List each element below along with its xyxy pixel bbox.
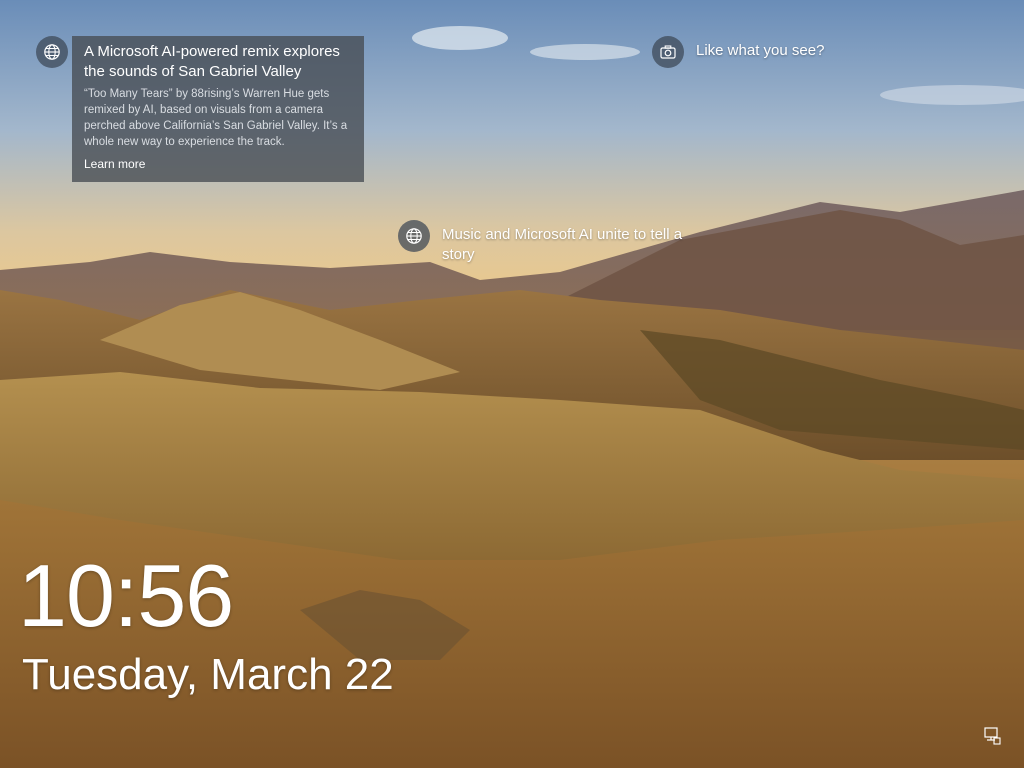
network-icon[interactable] — [982, 726, 1002, 746]
like-what-you-see-hotspot[interactable]: Like what you see? — [652, 36, 824, 68]
spotlight-info-card: A Microsoft AI-powered remix explores th… — [72, 36, 364, 182]
globe-icon — [44, 44, 60, 60]
card-globe-icon[interactable] — [36, 36, 68, 68]
camera-icon-button[interactable] — [652, 36, 684, 68]
card-title: A Microsoft AI-powered remix explores th… — [84, 43, 340, 80]
story-hotspot[interactable]: Music and Microsoft AI unite to tell a s… — [398, 220, 718, 265]
network-status-icon — [984, 727, 1001, 745]
globe-icon — [406, 228, 422, 244]
clock-time: 10:56 — [18, 546, 234, 645]
like-prompt-label[interactable]: Like what you see? — [696, 36, 824, 61]
story-globe-button[interactable] — [398, 220, 430, 252]
lock-screen[interactable]: A Microsoft AI-powered remix explores th… — [0, 0, 1024, 768]
camera-icon — [660, 45, 676, 59]
story-label[interactable]: Music and Microsoft AI unite to tell a s… — [442, 220, 712, 265]
clock-date: Tuesday, March 22 — [22, 650, 394, 699]
learn-more-link[interactable]: Learn more — [84, 156, 145, 172]
card-description: “Too Many Tears” by 88rising’s Warren Hu… — [84, 88, 348, 148]
